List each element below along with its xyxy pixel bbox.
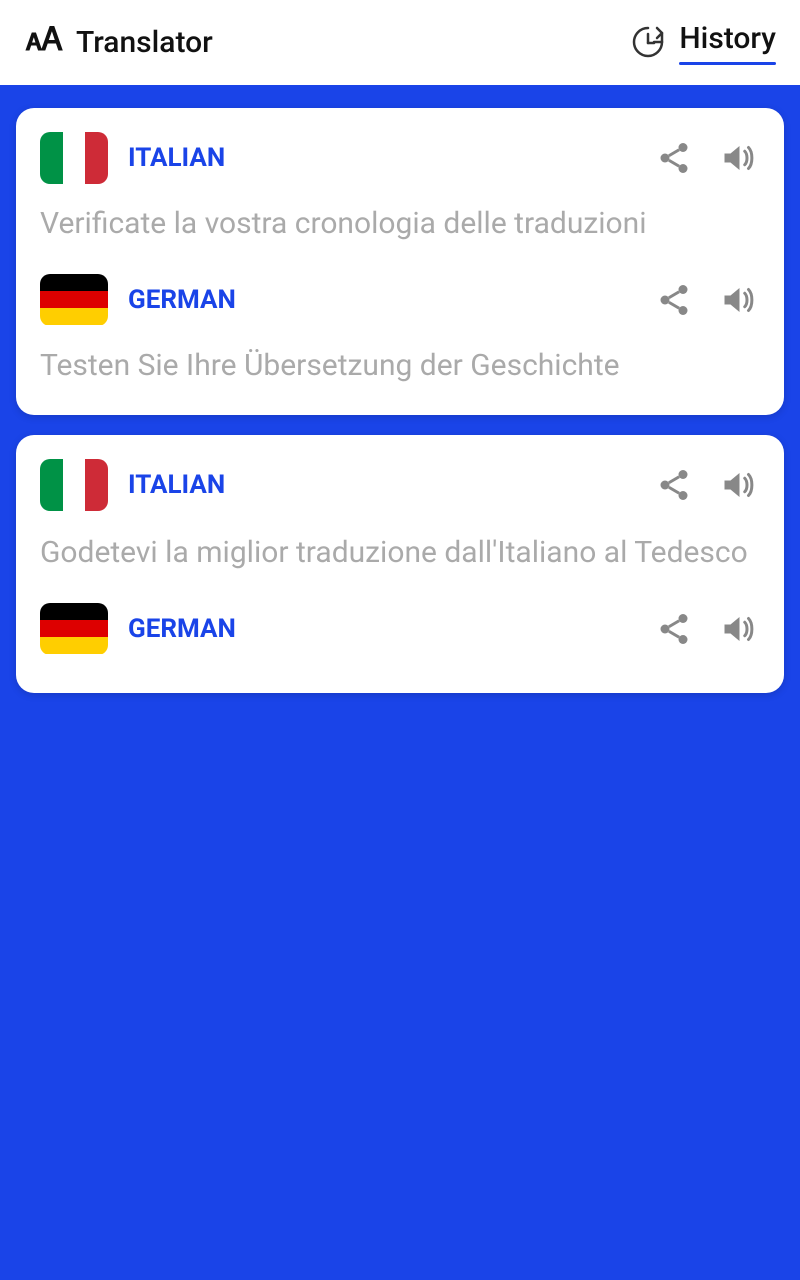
flag-stripe-green (40, 132, 63, 184)
main-content: ITALIAN (0, 88, 800, 713)
language-section-german: GERMAN (40, 603, 760, 655)
sound-button[interactable] (716, 136, 760, 180)
translation-card: ITALIAN (16, 108, 784, 415)
flag-stripe-white (63, 132, 86, 184)
translate-icon: 🗚 (24, 18, 64, 67)
history-tab[interactable]: History (629, 21, 776, 65)
language-name: GERMAN (128, 614, 632, 644)
flag-stripe-white (63, 459, 86, 511)
italian-flag (40, 459, 108, 511)
sound-icon (720, 611, 756, 647)
history-icon (629, 24, 667, 62)
active-tab-indicator (679, 62, 776, 65)
flag-stripe-gold (40, 637, 108, 654)
translator-label: Translator (76, 25, 213, 60)
flag-stripe-red (85, 132, 108, 184)
german-flag (40, 274, 108, 326)
language-row: ITALIAN (40, 459, 760, 511)
svg-text:🗚: 🗚 (25, 20, 63, 58)
sound-button[interactable] (716, 463, 760, 507)
share-icon (656, 611, 692, 647)
history-label: History (679, 21, 776, 56)
sound-button[interactable] (716, 278, 760, 322)
flag-stripe-red (40, 620, 108, 637)
sound-icon (720, 282, 756, 318)
share-icon (656, 282, 692, 318)
flag-stripe-red (40, 291, 108, 308)
language-name: ITALIAN (128, 143, 632, 173)
language-name: GERMAN (128, 285, 632, 315)
translation-text: Verificate la vostra cronologia delle tr… (40, 194, 760, 246)
share-button[interactable] (652, 463, 696, 507)
share-button[interactable] (652, 278, 696, 322)
italian-flag (40, 132, 108, 184)
translation-text: Godetevi la miglior traduzione dall'Ital… (40, 523, 760, 575)
translation-card: ITALIAN (16, 435, 784, 693)
language-section-italian: ITALIAN (40, 132, 760, 246)
translation-text: Testen Sie Ihre Übersetzung der Geschich… (40, 336, 760, 388)
sound-icon (720, 140, 756, 176)
translator-tab[interactable]: 🗚 Translator (24, 18, 213, 67)
share-button[interactable] (652, 607, 696, 651)
sound-button[interactable] (716, 607, 760, 651)
flag-stripe-black (40, 603, 108, 620)
german-flag (40, 603, 108, 655)
share-button[interactable] (652, 136, 696, 180)
language-name: ITALIAN (128, 470, 632, 500)
flag-stripe-green (40, 459, 63, 511)
share-icon (656, 140, 692, 176)
flag-stripe-red (85, 459, 108, 511)
app-header: 🗚 Translator History (0, 0, 800, 88)
share-icon (656, 467, 692, 503)
language-row: GERMAN (40, 274, 760, 326)
language-section-italian: ITALIAN (40, 459, 760, 575)
language-section-german: GERMAN (40, 274, 760, 388)
flag-stripe-black (40, 274, 108, 291)
sound-icon (720, 467, 756, 503)
language-row: ITALIAN (40, 132, 760, 184)
flag-stripe-gold (40, 308, 108, 325)
language-row: GERMAN (40, 603, 760, 655)
